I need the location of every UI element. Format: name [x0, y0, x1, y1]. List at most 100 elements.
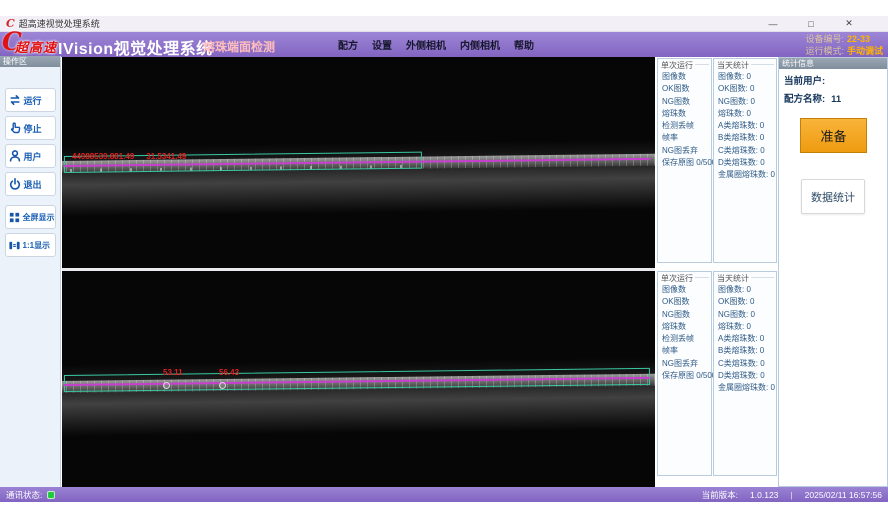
- stop-button[interactable]: 停止: [5, 116, 56, 140]
- stat-row: 保存原图 0/500: [662, 157, 711, 169]
- fullscreen-icon: [8, 211, 21, 224]
- brand-logo-text: 超高速: [15, 37, 57, 56]
- measurement-value: 31.5341.49: [146, 152, 186, 161]
- stats-rows: 图像数: 0OK图数: 0NG图数: 0熔珠数: 0A类熔珠数: 0B类熔珠数:…: [718, 71, 776, 182]
- sidebar-title: 操作区: [0, 56, 60, 67]
- device-id-value: 22-33: [847, 34, 870, 44]
- menu-item[interactable]: 配方: [338, 37, 358, 52]
- recipe-name-label: 配方名称:: [784, 94, 825, 105]
- camera-view-outer: 44988539.881.49 31.5341.49: [62, 57, 655, 268]
- run-button[interactable]: 运行: [5, 88, 56, 112]
- menu-item[interactable]: 帮助: [514, 37, 534, 52]
- stat-row: 图像数: [662, 284, 711, 296]
- stat-row: 保存原图 0/500: [662, 370, 711, 382]
- single-run-stats-bottom: 单次运行 图像数OK图数NG图数熔珠数检测丢帧帧率NG图丢弃保存原图 0/500: [657, 271, 712, 476]
- stop-button-label: 停止: [24, 122, 42, 135]
- window-titlebar: C 超高速视觉处理系统 — □ ✕: [0, 16, 888, 32]
- stat-row: D类熔珠数: 0: [718, 157, 776, 169]
- measurement-annotation: 44988539.881.49 31.5341.49: [72, 152, 186, 161]
- device-info: 设备编号:22-33 运行模式:手动调试: [805, 33, 883, 57]
- group-title-line: [751, 277, 774, 278]
- fullscreen-button[interactable]: 全屏显示: [5, 205, 56, 229]
- today-stats-top: 当天统计 图像数: 0OK图数: 0NG图数: 0熔珠数: 0A类熔珠数: 0B…: [713, 58, 777, 263]
- recipe-name-row: 配方名称: 11: [779, 87, 887, 105]
- stat-row: D类熔珠数: 0: [718, 370, 776, 382]
- stat-row: 熔珠数: 0: [718, 108, 776, 120]
- menu-item[interactable]: 设置: [372, 37, 392, 52]
- measurement-value: 53.11: [163, 368, 183, 377]
- comm-status-label: 通讯状态:: [6, 489, 42, 501]
- group-title: 单次运行: [661, 273, 693, 284]
- recipe-name-value: 11: [831, 94, 841, 105]
- stat-row: 图像数: 0: [718, 71, 776, 83]
- group-title: 单次运行: [661, 60, 693, 71]
- run-mode-label: 运行模式:: [805, 46, 844, 56]
- statistics-info-panel: 统计信息 当前用户: 配方名称: 11 准备 数据统计: [778, 57, 888, 487]
- stop-hand-icon: [8, 121, 22, 135]
- stat-row: A类熔珠数: 0: [718, 333, 776, 345]
- one-to-one-icon: [8, 239, 21, 252]
- stat-row: B类熔珠数: 0: [718, 345, 776, 357]
- app-header: C 超高速 IVision视觉处理系统 熔珠端面检测 配方 设置 外侧相机 内侧…: [0, 32, 888, 57]
- stat-row: 图像数: 0: [718, 284, 776, 296]
- exit-button[interactable]: 退出: [5, 172, 56, 196]
- group-title: 当天统计: [717, 60, 749, 71]
- user-icon: [8, 149, 22, 163]
- image-gradient: [62, 139, 655, 216]
- version-value: 1.0.123: [750, 490, 778, 500]
- app-window: C 超高速视觉处理系统 — □ ✕ C 超高速 IVision视觉处理系统 熔珠…: [0, 0, 888, 522]
- current-user-row: 当前用户:: [779, 69, 887, 87]
- menu-item[interactable]: 内侧相机: [460, 37, 500, 52]
- run-mode-value: 手动调试: [847, 46, 883, 56]
- group-title: 当天统计: [717, 273, 749, 284]
- info-panel-title: 统计信息: [779, 58, 887, 69]
- status-bar: 通讯状态: 当前版本: 1.0.123 | 2025/02/11 16:57:5…: [0, 487, 888, 502]
- stat-row: 检测丢帧: [662, 333, 711, 345]
- one-to-one-button-label: 1:1显示: [23, 240, 51, 251]
- page-title: IVision视觉处理系统: [58, 35, 213, 59]
- stat-row: NG图数: [662, 96, 711, 108]
- stat-row: 金属圈熔珠数: 0: [718, 382, 776, 394]
- exit-power-icon: [8, 177, 22, 191]
- stat-row: 图像数: [662, 71, 711, 83]
- stat-row: OK图数: 0: [718, 296, 776, 308]
- defect-marker: [219, 382, 226, 389]
- menu-item[interactable]: 外侧相机: [406, 37, 446, 52]
- run-button-label: 运行: [24, 94, 42, 107]
- stat-row: 金属圈熔珠数: 0: [718, 169, 776, 181]
- camera-view-inner: 53.11 56.43: [62, 271, 655, 487]
- measurement-value: 56.43: [219, 368, 239, 377]
- user-button[interactable]: 用户: [5, 144, 56, 168]
- stat-row: C类熔珠数: 0: [718, 358, 776, 370]
- maximize-icon[interactable]: □: [792, 19, 830, 29]
- stat-row: NG图数: 0: [718, 309, 776, 321]
- stat-row: 帧率: [662, 345, 711, 357]
- stat-row: NG图丢弃: [662, 145, 711, 157]
- data-statistics-button[interactable]: 数据统计: [801, 179, 865, 214]
- version-info: 当前版本: 1.0.123 | 2025/02/11 16:57:56: [702, 489, 882, 501]
- stat-row: A类熔珠数: 0: [718, 120, 776, 132]
- stat-row: C类熔珠数: 0: [718, 145, 776, 157]
- minimize-icon[interactable]: —: [754, 19, 792, 29]
- stats-rows: 图像数OK图数NG图数熔珠数检测丢帧帧率NG图丢弃保存原图 0/500: [662, 284, 711, 382]
- exit-button-label: 退出: [24, 178, 42, 191]
- separator: |: [790, 490, 792, 500]
- prepare-button[interactable]: 准备: [800, 118, 867, 153]
- today-stats-bottom: 当天统计 图像数: 0OK图数: 0NG图数: 0熔珠数: 0A类熔珠数: 0B…: [713, 271, 777, 476]
- page-subtitle: 熔珠端面检测: [203, 38, 275, 55]
- menu-bar: 配方 设置 外侧相机 内侧相机 帮助: [338, 32, 534, 57]
- datetime-value: 2025/02/11 16:57:56: [805, 490, 882, 500]
- user-button-label: 用户: [24, 150, 42, 163]
- stat-row: NG图丢弃: [662, 358, 711, 370]
- window-title: 超高速视觉处理系统: [19, 17, 100, 30]
- one-to-one-button[interactable]: 1:1显示: [5, 233, 56, 257]
- stat-row: OK图数: 0: [718, 83, 776, 95]
- current-user-label: 当前用户:: [784, 76, 825, 87]
- stats-rows: 图像数: 0OK图数: 0NG图数: 0熔珠数: 0A类熔珠数: 0B类熔珠数:…: [718, 284, 776, 395]
- close-icon[interactable]: ✕: [830, 18, 868, 29]
- device-id-label: 设备编号:: [805, 34, 844, 44]
- stat-row: OK图数: [662, 83, 711, 95]
- version-label: 当前版本:: [702, 489, 738, 501]
- run-cycle-icon: [8, 93, 22, 107]
- group-title-line: [695, 277, 709, 278]
